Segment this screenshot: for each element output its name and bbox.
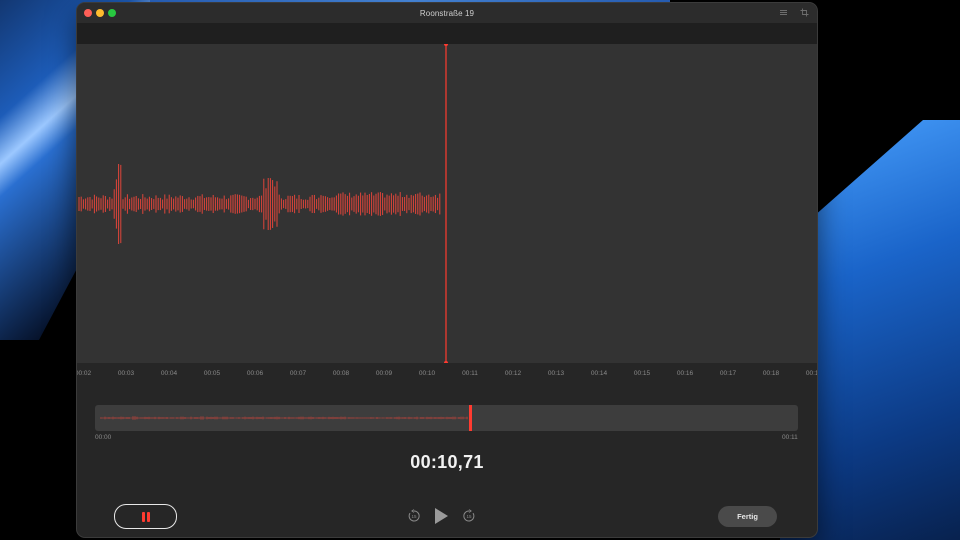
ruler-tick: 00:03 [117, 370, 135, 377]
time-ruler: 00:02 00:03 00:04 00:05 00:06 00:07 00:08 00:09… [77, 363, 817, 387]
ruler-tick: 00:18 [762, 370, 780, 377]
minimize-window-button[interactable] [96, 9, 104, 17]
ruler-tick: 00:07 [289, 370, 307, 377]
ruler-tick: 00:09 [375, 370, 393, 377]
skip-forward-15-icon[interactable]: 15 [462, 509, 476, 523]
waveform-view[interactable] [77, 44, 817, 363]
pause-icon [141, 511, 150, 522]
pause-recording-button[interactable] [114, 504, 177, 529]
ruler-tick: 00:02 [77, 370, 92, 377]
playhead-top-knob[interactable] [444, 44, 448, 46]
ruler-tick: 00:15 [633, 370, 651, 377]
ruler-tick: 00:16 [676, 370, 694, 377]
ruler-tick: 00:12 [504, 370, 522, 377]
ruler-tick: 00:04 [160, 370, 178, 377]
skip-back-15-icon[interactable]: 15 [407, 509, 421, 523]
ruler-tick: 00:08 [332, 370, 350, 377]
svg-text:15: 15 [466, 514, 472, 519]
svg-text:15: 15 [411, 514, 417, 519]
ruler-tick: 00:17 [719, 370, 737, 377]
ruler-tick: 00:05 [203, 370, 221, 377]
overview-end-label: 00:11 [782, 434, 798, 441]
trim-icon[interactable] [800, 8, 809, 17]
done-button[interactable]: Fertig [718, 506, 777, 527]
ruler-tick: 00:19 [805, 370, 817, 377]
window-title: Roonstraße 19 [419, 8, 475, 18]
overview-position-marker[interactable] [469, 405, 472, 431]
zoom-window-button[interactable] [108, 9, 116, 17]
current-time: 00:10,71 [410, 452, 484, 472]
ruler-tick: 00:10 [418, 370, 436, 377]
recording-overview[interactable] [95, 405, 798, 431]
close-window-button[interactable] [84, 9, 92, 17]
waveform [78, 44, 448, 363]
voice-memos-window: Roonstraße 19 00:0200:0300:0400:0500:060… [77, 3, 817, 537]
toolbar-strip [77, 23, 817, 44]
window-controls [84, 9, 116, 17]
ruler-tick: 00:06 [246, 370, 264, 377]
overview-waveform [100, 405, 472, 431]
transport-controls: 15 15 [407, 508, 476, 524]
ruler-tick: 00:13 [547, 370, 565, 377]
settings-icon[interactable] [779, 8, 788, 17]
overview-start-label: 00:00 [95, 434, 112, 441]
ruler-tick: 00:14 [590, 370, 608, 377]
play-icon[interactable] [435, 508, 448, 524]
title-bar: Roonstraße 19 [77, 3, 817, 23]
ruler-tick: 00:11 [462, 370, 478, 377]
